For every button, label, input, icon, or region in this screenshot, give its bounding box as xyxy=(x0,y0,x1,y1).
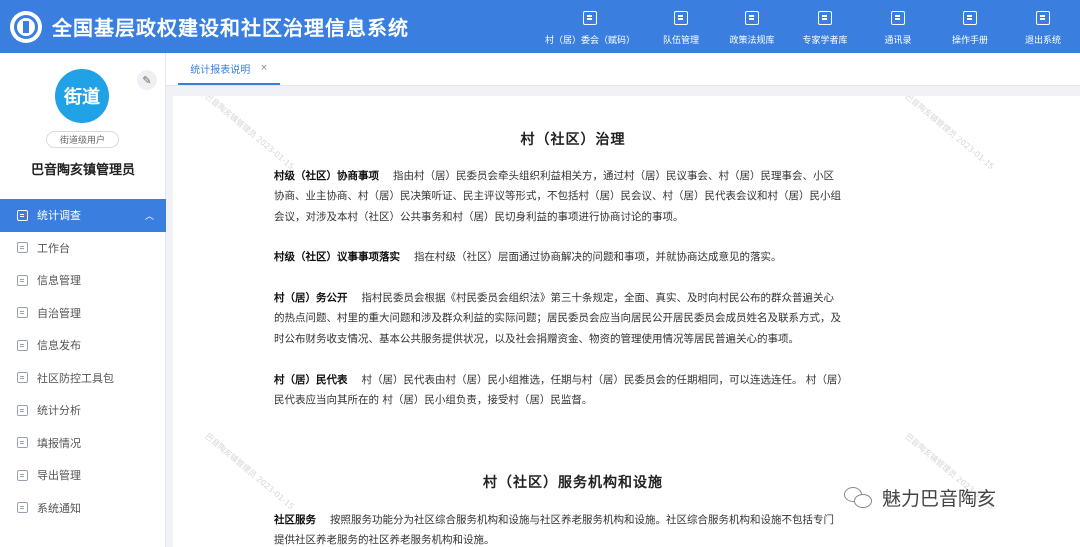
sidebar-item-autonomy-management[interactable]: 自治管理 xyxy=(0,297,166,330)
nav-expert-library[interactable]: 专家学者库 xyxy=(788,0,862,53)
sidebar-item-statistics-survey[interactable]: 统计调查 ︿ xyxy=(0,199,166,232)
avatar: 街道 xyxy=(55,69,109,123)
edit-icon[interactable]: ✎ xyxy=(137,70,157,90)
section-title: 村（社区）治理 xyxy=(520,132,626,148)
role-badge: 街道级用户 xyxy=(46,131,119,148)
sidebar-item-info-management[interactable]: 信息管理 xyxy=(0,264,166,297)
info-icon xyxy=(17,274,28,286)
toolkit-icon xyxy=(17,372,28,384)
nav-committee-coding[interactable]: 村（居）委会（赋码） xyxy=(534,0,646,53)
report-document: 巴音陶亥镇管理员 2023-01-15 巴音陶亥镇管理员 2023-01-15 … xyxy=(173,96,1080,547)
app-title: 全国基层政权建设和社区治理信息系统 xyxy=(52,16,409,40)
term: 社区服务 xyxy=(274,514,316,526)
wechat-icon xyxy=(844,486,874,509)
logout-icon xyxy=(1036,11,1050,25)
filling-icon xyxy=(17,437,28,449)
paragraph-consultation: 村级（社区）协商事项 指由村（居）民委员会牵头组织利益相关方，通过村（居）民议事会… xyxy=(274,170,841,223)
nav-manual[interactable]: 操作手册 xyxy=(934,0,1006,53)
sidebar-item-info-publish[interactable]: 信息发布 xyxy=(0,329,166,362)
workbench-icon xyxy=(17,242,28,254)
sidebar-item-filling-status[interactable]: 填报情况 xyxy=(0,427,166,460)
contacts-icon xyxy=(891,11,905,25)
team-icon xyxy=(674,11,688,25)
paragraph-community-service: 社区服务 按照服务功能分为社区综合服务机构和设施与社区养老服务机构和设施。社区综合… xyxy=(274,514,834,547)
nav-contacts[interactable]: 通讯录 xyxy=(862,0,934,53)
survey-icon xyxy=(17,209,28,221)
top-header: 全国基层政权建设和社区治理信息系统 村（居）委会（赋码） 队伍管理 政策法规库 … xyxy=(0,0,1080,53)
term: 村级（社区）议事事项落实 xyxy=(274,251,400,263)
close-icon[interactable]: × xyxy=(260,63,268,73)
sidebar-item-prevention-toolkit[interactable]: 社区防控工具包 xyxy=(0,362,166,395)
nav-logout[interactable]: 退出系统 xyxy=(1006,0,1080,53)
tab-statistics-report-notes[interactable]: 统计报表说明 × xyxy=(178,53,280,85)
term: 村（居）民代表 xyxy=(274,374,348,386)
paragraph-affairs-disclosure: 村（居）务公开 指村民委员会根据《村民委员会组织法》第三十条规定，全面、真实、及时… xyxy=(274,292,841,345)
book-icon xyxy=(818,11,832,25)
paragraph-representative: 村（居）民代表 村（居）民代表由村（居）民小组推选，任期与村（居）民委员会的任期相… xyxy=(274,374,843,407)
notice-icon xyxy=(17,502,28,514)
export-icon xyxy=(17,469,28,481)
sidebar-item-export-management[interactable]: 导出管理 xyxy=(0,459,166,492)
nav-policy-library[interactable]: 政策法规库 xyxy=(716,0,788,53)
sidebar-item-statistics-analysis[interactable]: 统计分析 xyxy=(0,394,166,427)
user-profile: 街道 ✎ 街道级用户 巴音陶亥镇管理员 xyxy=(0,53,165,199)
wechat-watermark: 魅力巴音陶亥 xyxy=(844,484,996,511)
sidebar-menu: 统计调查 ︿ 工作台 信息管理 自治管理 信息发布 社区防控工具包 统计分析 填… xyxy=(0,199,166,524)
autonomy-icon xyxy=(17,307,28,319)
manual-icon xyxy=(963,11,977,25)
tab-bar: 统计报表说明 × xyxy=(166,53,1080,86)
paragraph-implementation: 村级（社区）议事事项落实 指在村级（社区）层面通过协商解决的问题和事项，并就协商达… xyxy=(274,251,782,263)
user-name: 巴音陶亥镇管理员 xyxy=(30,163,135,178)
sidebar: 街道 ✎ 街道级用户 巴音陶亥镇管理员 统计调查 ︿ 工作台 信息管理 自治管理… xyxy=(0,53,166,547)
sidebar-item-workbench[interactable]: 工作台 xyxy=(0,232,166,265)
analysis-icon xyxy=(17,404,28,416)
chevron-up-icon: ︿ xyxy=(144,211,154,222)
sidebar-item-system-notice[interactable]: 系统通知 xyxy=(0,492,166,525)
publish-icon xyxy=(17,339,28,351)
nav-team-management[interactable]: 队伍管理 xyxy=(646,0,716,53)
policy-icon xyxy=(745,11,759,25)
term: 村级（社区）协商事项 xyxy=(274,170,379,182)
scan-icon xyxy=(583,11,597,25)
top-nav: 村（居）委会（赋码） 队伍管理 政策法规库 专家学者库 通讯录 操作手册 退出系… xyxy=(534,0,1080,53)
app-logo xyxy=(10,10,42,43)
term: 村（居）务公开 xyxy=(274,292,348,304)
